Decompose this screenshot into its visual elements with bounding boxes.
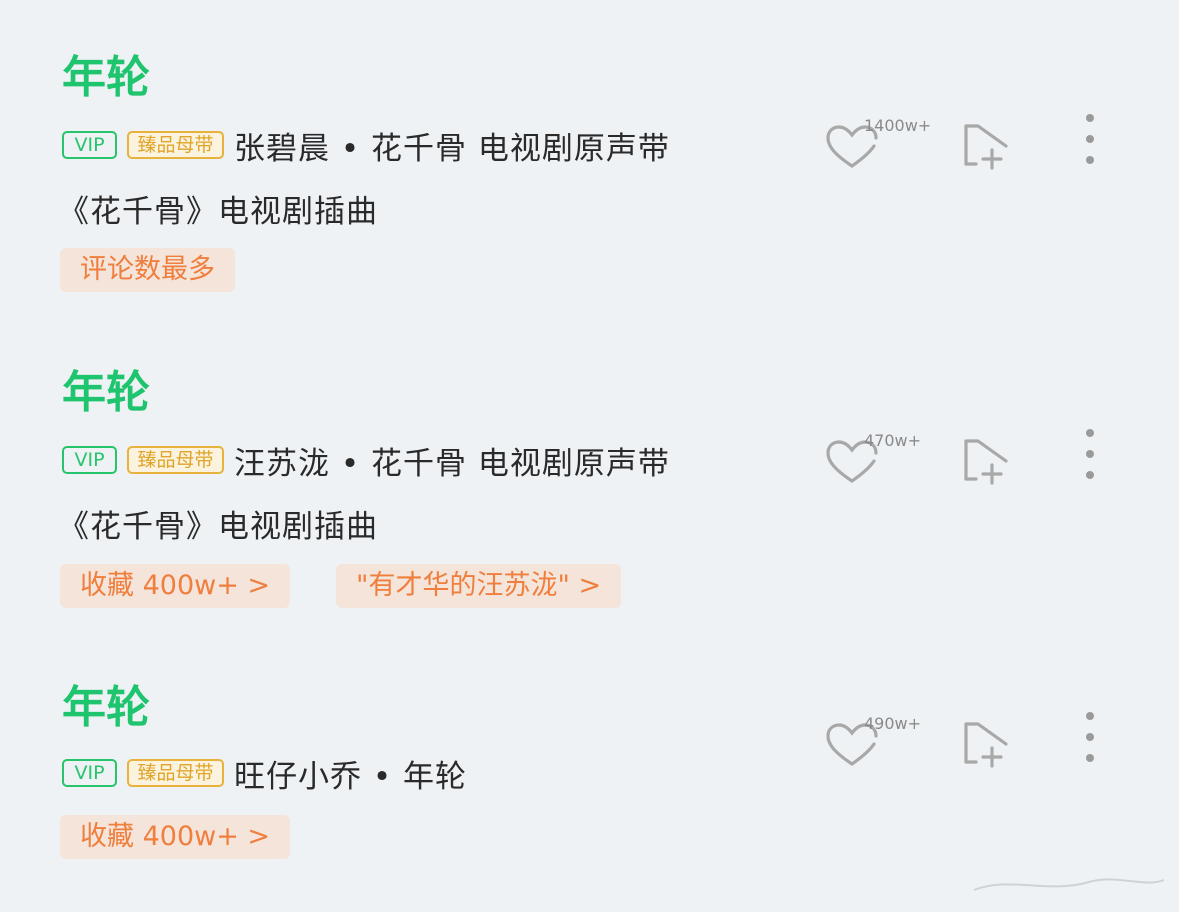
add-to-playlist-icon (964, 439, 1008, 485)
song-meta-row: VIP 臻品母带 汪苏泷 • 花千骨 电视剧原声带 (62, 438, 670, 483)
song-meta-row: VIP 臻品母带 张碧晨 • 花千骨 电视剧原声带 (62, 123, 670, 168)
tag-favorites[interactable]: 收藏 400w+ > (60, 564, 291, 608)
more-vertical-icon (1086, 429, 1094, 437)
song-description: 《花千骨》电视剧插曲 (58, 194, 378, 230)
song-tags: 收藏 400w+ > (60, 815, 291, 859)
song-list: 年轮 VIP 臻品母带 张碧晨 • 花千骨 电视剧原声带 《花千骨》电视剧插曲 … (0, 0, 1179, 912)
add-to-playlist-icon (964, 124, 1008, 170)
more-vertical-icon (1086, 712, 1094, 720)
watermark (973, 878, 1165, 891)
song-actions: 1400w+ (820, 112, 1120, 176)
add-to-playlist-button[interactable] (960, 718, 1012, 770)
tag-playlist[interactable]: "有才华的汪苏泷" > (336, 564, 622, 608)
song-actions: 470w+ (820, 427, 1120, 491)
quality-badge: 臻品母带 (127, 759, 224, 787)
song-artist-album[interactable]: 张碧晨 • 花千骨 电视剧原声带 (234, 123, 670, 168)
like-button[interactable]: 1400w+ (820, 112, 940, 176)
tag-favorites[interactable]: 收藏 400w+ > (60, 815, 291, 859)
song-tags: 评论数最多 (60, 248, 235, 292)
like-count: 1400w+ (864, 116, 932, 135)
more-vertical-icon (1086, 114, 1094, 122)
like-count: 470w+ (864, 431, 922, 450)
song-tags: 收藏 400w+ > "有才华的汪苏泷" > (60, 564, 622, 608)
add-to-playlist-button[interactable] (960, 120, 1012, 172)
song-title[interactable]: 年轮 (62, 682, 150, 734)
song-title[interactable]: 年轮 (62, 52, 150, 104)
more-button[interactable] (1078, 429, 1102, 485)
like-button[interactable]: 490w+ (820, 710, 940, 774)
vip-badge: VIP (62, 446, 117, 474)
vip-badge: VIP (62, 131, 117, 159)
song-artist-album[interactable]: 旺仔小乔 • 年轮 (234, 751, 467, 796)
more-button[interactable] (1078, 712, 1102, 768)
add-to-playlist-button[interactable] (960, 435, 1012, 487)
quality-badge: 臻品母带 (127, 131, 224, 159)
song-title[interactable]: 年轮 (62, 367, 150, 419)
quality-badge: 臻品母带 (127, 446, 224, 474)
tag-comments[interactable]: 评论数最多 (60, 248, 235, 292)
like-button[interactable]: 470w+ (820, 427, 940, 491)
song-description: 《花千骨》电视剧插曲 (58, 509, 378, 545)
song-artist-album[interactable]: 汪苏泷 • 花千骨 电视剧原声带 (234, 438, 670, 483)
like-count: 490w+ (864, 714, 922, 733)
vip-badge: VIP (62, 759, 117, 787)
add-to-playlist-icon (964, 722, 1008, 768)
song-actions: 490w+ (820, 710, 1120, 774)
song-meta-row: VIP 臻品母带 旺仔小乔 • 年轮 (62, 751, 467, 796)
more-button[interactable] (1078, 114, 1102, 170)
